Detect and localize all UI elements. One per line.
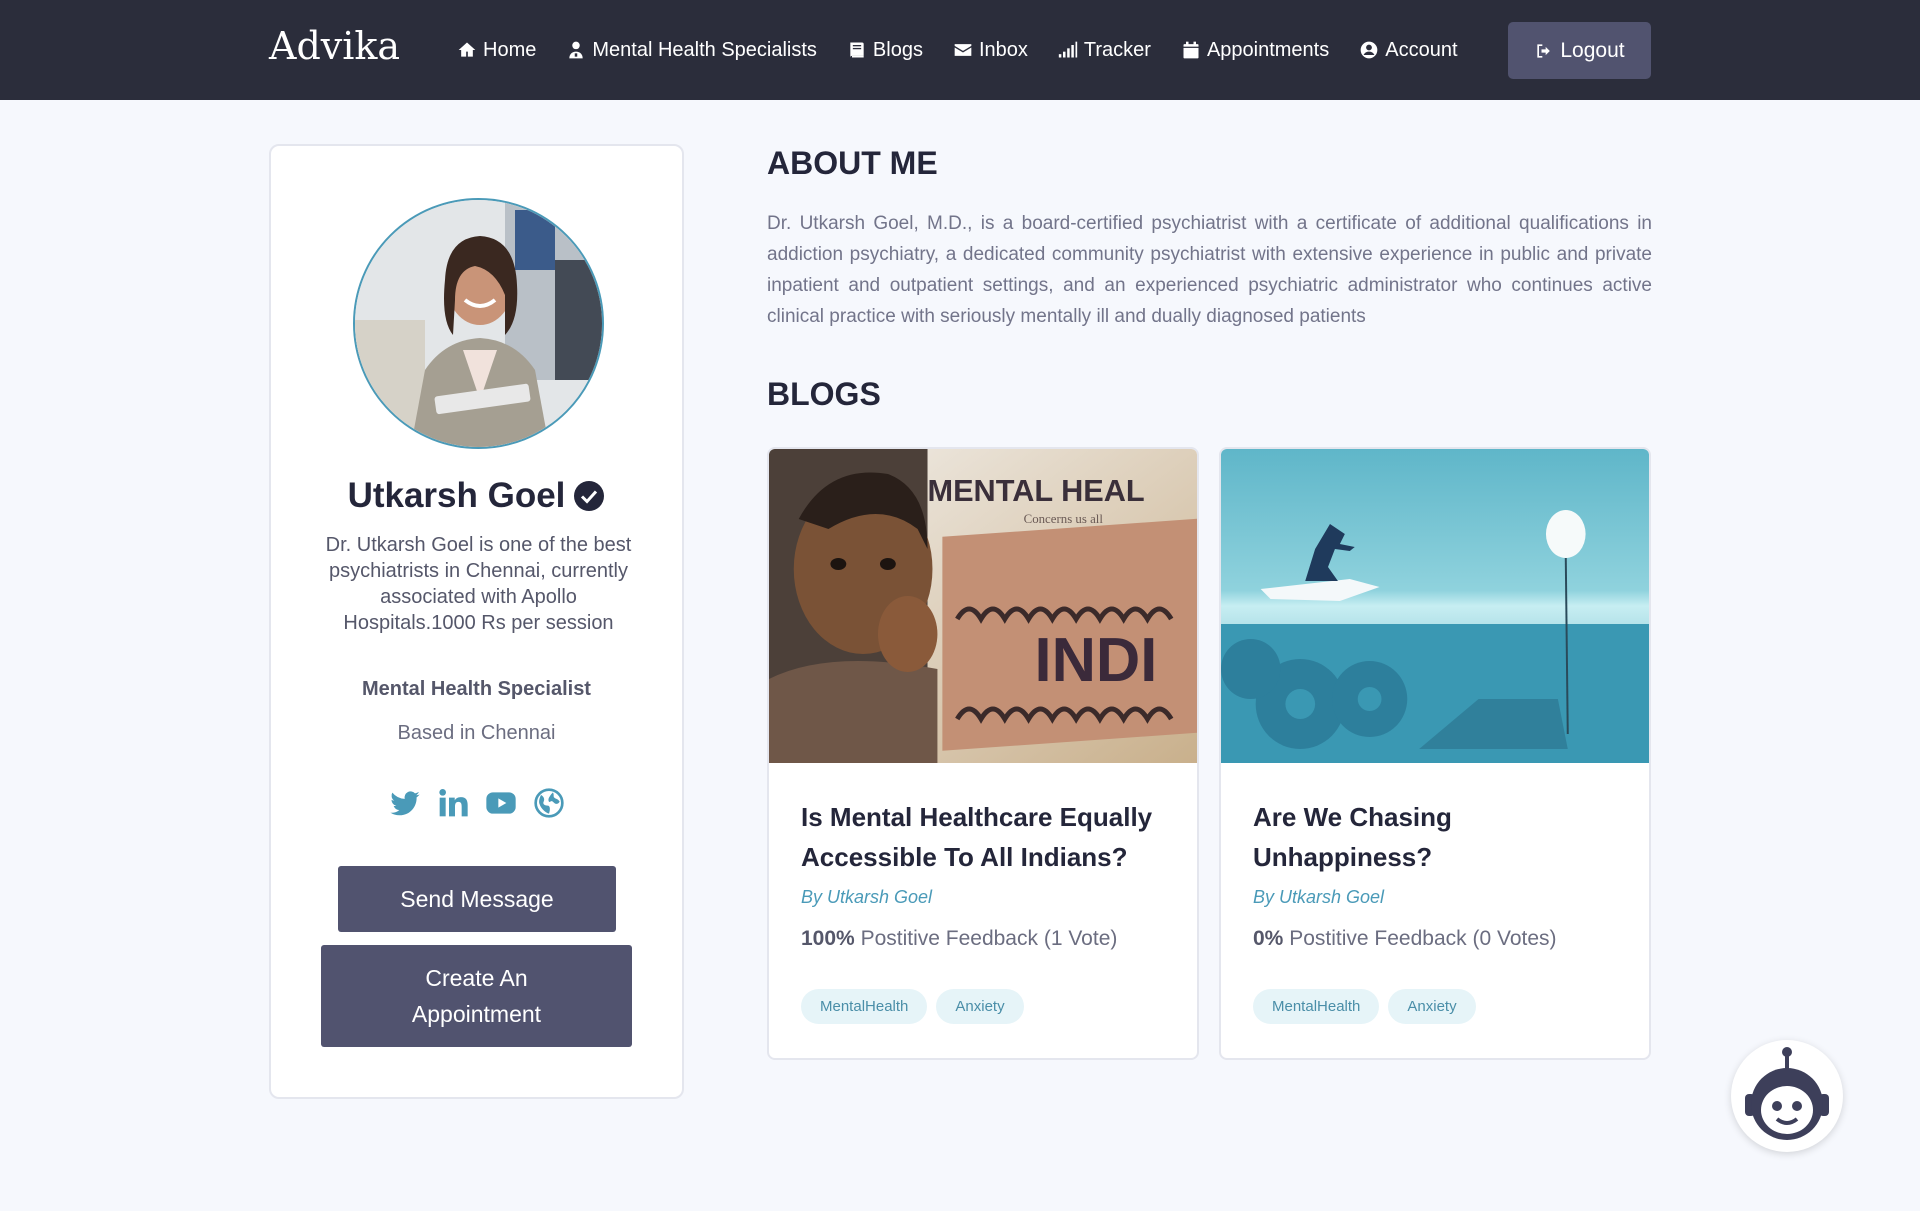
robot-icon <box>1745 1047 1829 1140</box>
social-links <box>271 786 682 820</box>
signal-icon <box>1058 41 1078 58</box>
nav-item-appointments[interactable]: Appointments <box>1181 39 1329 62</box>
user-circle-icon <box>1360 41 1378 59</box>
verified-icon <box>574 481 605 511</box>
globe-icon <box>533 788 564 818</box>
blog-image-balloon <box>1221 449 1649 763</box>
blog-tags: MentalHealth Anxiety <box>801 989 1033 1024</box>
tag[interactable]: MentalHealth <box>801 989 928 1024</box>
envelope-icon <box>954 44 972 56</box>
twitter-link[interactable] <box>388 786 422 820</box>
calendar-icon <box>1183 41 1199 59</box>
profile-name-row: Utkarsh Goel <box>271 476 682 516</box>
blog-tags: MentalHealth Anxiety <box>1253 989 1485 1024</box>
blog-feedback: 0% Postitive Feedback (0 Votes) <box>1253 927 1557 951</box>
home-icon <box>458 42 476 57</box>
svg-text:MENTAL HEAL: MENTAL HEAL <box>928 473 1145 508</box>
nav-menu: Home Mental Health Specialists Blogs Inb… <box>457 0 1488 100</box>
nav-item-home[interactable]: Home <box>457 39 536 62</box>
nav-item-account[interactable]: Account <box>1359 39 1458 62</box>
feedback-text: Postitive Feedback (1 Vote) <box>860 927 1118 950</box>
brand-logo[interactable]: Advika <box>269 24 400 68</box>
youtube-link[interactable] <box>484 786 518 820</box>
avatar <box>353 198 604 449</box>
linkedin-icon <box>438 789 468 817</box>
twitter-icon <box>389 791 420 816</box>
blogs-heading: BLOGS <box>767 376 881 412</box>
tag[interactable]: MentalHealth <box>1253 989 1380 1024</box>
website-link[interactable] <box>532 786 566 820</box>
feedback-percent: 0% <box>1253 927 1284 950</box>
blog-image <box>1221 449 1649 763</box>
blog-author: By Utkarsh Goel <box>801 887 933 907</box>
tag[interactable]: Anxiety <box>1388 989 1476 1024</box>
blog-card[interactable]: Are We Chasing Unhappiness? By Utkarsh G… <box>1219 447 1651 1060</box>
navbar: Advika Home Mental Health Specialists Bl… <box>0 0 1920 100</box>
create-appointment-button[interactable]: Create An Appointment <box>321 945 632 1047</box>
user-md-icon <box>569 41 584 59</box>
blog-image: MENTAL HEAL Concerns us all INDI <box>769 449 1197 763</box>
nav-item-specialists[interactable]: Mental Health Specialists <box>566 39 817 62</box>
profile-location: Based in Chennai <box>397 722 556 744</box>
logout-button[interactable]: Logout <box>1508 22 1651 79</box>
avatar-photo <box>355 200 602 447</box>
blog-author: By Utkarsh Goel <box>1253 887 1385 907</box>
profile-role: Mental Health Specialist <box>362 678 591 700</box>
tag[interactable]: Anxiety <box>936 989 1024 1024</box>
svg-text:Concerns us all: Concerns us all <box>1024 511 1104 526</box>
svg-text:INDI: INDI <box>1035 626 1158 695</box>
about-heading: ABOUT ME <box>767 145 938 181</box>
profile-card: Utkarsh Goel Dr. Utkarsh Goel is one of … <box>269 144 684 1099</box>
sign-out-icon <box>1537 43 1551 58</box>
nav-item-tracker[interactable]: Tracker <box>1058 39 1151 62</box>
nav-item-inbox[interactable]: Inbox <box>953 39 1028 62</box>
blog-title[interactable]: Is Mental Healthcare Equally Accessible … <box>801 797 1181 877</box>
linkedin-link[interactable] <box>436 786 470 820</box>
blog-title[interactable]: Are We Chasing Unhappiness? <box>1253 797 1633 877</box>
book-icon <box>850 42 864 58</box>
about-text: Dr. Utkarsh Goel, M.D., is a board-certi… <box>767 213 1652 327</box>
chatbot-button[interactable] <box>1731 1040 1843 1152</box>
blog-image-india: MENTAL HEAL Concerns us all INDI <box>769 449 1197 763</box>
feedback-text: Postitive Feedback (0 Votes) <box>1289 927 1557 950</box>
blog-card[interactable]: MENTAL HEAL Concerns us all INDI Is Ment… <box>767 447 1199 1060</box>
profile-name: Utkarsh Goel <box>347 476 566 515</box>
send-message-button[interactable]: Send Message <box>338 866 616 932</box>
feedback-percent: 100% <box>801 927 855 950</box>
nav-item-blogs[interactable]: Blogs <box>847 39 923 62</box>
profile-bio: Dr. Utkarsh Goel is one of the best psyc… <box>325 534 632 634</box>
youtube-icon <box>485 792 516 814</box>
blog-feedback: 100% Postitive Feedback (1 Vote) <box>801 927 1117 951</box>
